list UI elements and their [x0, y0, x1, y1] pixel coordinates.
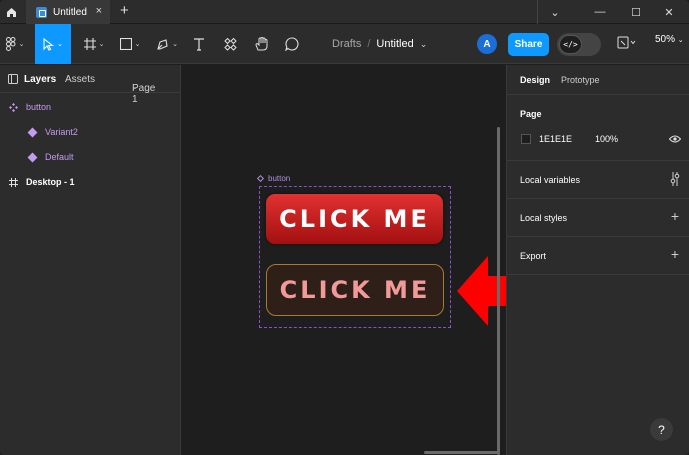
chevron-down-icon: ⌄ — [98, 41, 105, 48]
page-opacity[interactable]: 100% — [595, 134, 618, 144]
comment-icon — [285, 37, 299, 51]
page-section: Page 1E1E1E 100% — [507, 95, 689, 161]
breadcrumb-separator: / — [367, 38, 371, 50]
export-label: Export — [520, 251, 547, 261]
present-icon — [617, 36, 636, 49]
component-set-name: button — [268, 174, 291, 183]
component-icon — [27, 127, 38, 137]
breadcrumb[interactable]: Drafts / Untitled ⌄ — [332, 24, 427, 64]
layers-panel: Layers Assets Page 1 ⌄ button Variant2 D… — [0, 65, 181, 455]
dev-mode-toggle[interactable]: </> — [557, 33, 601, 56]
hand-tool-icon — [254, 37, 267, 51]
left-panel-tabs: Layers Assets Page 1 ⌄ — [0, 65, 180, 105]
button-variant2[interactable]: CLICK ME — [266, 264, 444, 316]
layer-name: Variant2 — [45, 127, 78, 137]
tab-assets[interactable]: Assets — [65, 74, 95, 85]
text-tool-icon — [194, 37, 204, 51]
component-set-icon — [256, 174, 265, 183]
zoom-level[interactable]: 50% ⌄ — [655, 34, 684, 45]
zoom-value: 50% — [655, 34, 676, 45]
add-style-icon[interactable]: + — [671, 208, 679, 224]
window-menu-button[interactable]: ⌄ — [540, 0, 570, 24]
file-tab-title: Untitled — [53, 6, 87, 18]
export-section[interactable]: Export + — [507, 237, 689, 275]
pen-tool-button[interactable]: ⌄ — [152, 24, 182, 64]
title-bar: Untitled × + ⌄ — ☐ ✕ — [0, 0, 689, 24]
horizontal-scrollbar[interactable] — [424, 451, 500, 454]
chevron-down-icon: ⌄ — [419, 38, 428, 49]
local-variables-label: Local variables — [520, 175, 581, 185]
chevron-down-icon: ⌄ — [18, 41, 25, 48]
frame-tool-icon — [83, 38, 96, 50]
sidebar-toggle-icon[interactable] — [8, 74, 18, 84]
file-tab[interactable]: Untitled × — [26, 0, 110, 24]
frame-tool-button[interactable]: ⌄ — [80, 24, 108, 64]
button-default-variant[interactable]: CLICK ME — [266, 194, 443, 244]
layer-name: Default — [45, 152, 74, 162]
breadcrumb-drafts[interactable]: Drafts — [332, 38, 361, 50]
tab-close-button[interactable]: × — [96, 5, 102, 17]
layer-row[interactable]: Variant2 — [0, 122, 181, 142]
present-button[interactable] — [617, 36, 637, 55]
local-styles-label: Local styles — [520, 213, 568, 223]
home-icon — [6, 7, 16, 17]
pen-tool-icon — [157, 38, 168, 50]
move-tool-button[interactable]: ⌄ — [35, 24, 71, 64]
figma-logo-icon — [5, 37, 16, 51]
text-tool-button[interactable] — [189, 24, 209, 64]
vertical-scrollbar[interactable] — [497, 127, 500, 455]
component-icon — [27, 152, 38, 162]
page-heading: Page — [520, 109, 542, 119]
shape-tool-button[interactable]: ⌄ — [115, 24, 145, 64]
tab-prototype[interactable]: Prototype — [561, 75, 600, 85]
titlebar-divider — [537, 0, 538, 24]
new-tab-button[interactable]: + — [120, 2, 129, 19]
chevron-down-icon: ⌄ — [134, 41, 141, 48]
hand-tool-button[interactable] — [250, 24, 272, 64]
main-menu-button[interactable]: ⌄ — [0, 24, 30, 64]
rectangle-tool-icon — [119, 38, 132, 50]
chevron-down-icon: ⌄ — [57, 41, 63, 48]
variables-settings-icon[interactable] — [670, 172, 680, 186]
layer-row[interactable]: button — [0, 97, 181, 117]
local-variables-section[interactable]: Local variables — [507, 161, 689, 199]
frame-icon — [9, 177, 18, 187]
home-button[interactable] — [0, 0, 22, 24]
avatar[interactable]: A — [477, 34, 497, 54]
chevron-down-icon: ⌄ — [132, 84, 138, 91]
figma-window: Untitled × + ⌄ — ☐ ✕ ⌄ ⌄ ⌄ ⌄ ⌄ Drafts / … — [0, 0, 689, 455]
add-export-icon[interactable]: + — [671, 246, 679, 262]
local-styles-section[interactable]: Local styles + — [507, 199, 689, 237]
tab-layers[interactable]: Layers — [24, 74, 56, 85]
minimize-button[interactable]: — — [585, 0, 615, 24]
tab-design[interactable]: Design — [520, 75, 550, 85]
chevron-down-icon: ⌄ — [172, 41, 178, 48]
resources-button[interactable] — [220, 24, 240, 64]
component-set-icon — [9, 102, 18, 112]
right-panel-tabs: Design Prototype — [507, 65, 689, 95]
comment-tool-button[interactable] — [281, 24, 303, 64]
page-color-hex[interactable]: 1E1E1E — [539, 134, 572, 144]
layer-row[interactable]: Default — [0, 147, 181, 167]
properties-panel: Design Prototype Page 1E1E1E 100% Local … — [506, 65, 689, 455]
share-button[interactable]: Share — [508, 33, 549, 56]
close-window-button[interactable]: ✕ — [654, 0, 684, 24]
code-icon: </> — [559, 35, 582, 54]
maximize-button[interactable]: ☐ — [621, 0, 651, 24]
component-set-label[interactable]: button — [256, 174, 291, 183]
eye-icon[interactable] — [669, 135, 681, 143]
resources-icon — [223, 37, 237, 51]
layer-name: Desktop - 1 — [26, 177, 75, 187]
move-tool-icon — [43, 37, 55, 51]
layer-name: button — [26, 102, 52, 112]
page-color-swatch[interactable] — [521, 134, 531, 144]
chevron-down-icon: ⌄ — [677, 37, 684, 44]
layer-row[interactable]: Desktop - 1 — [0, 172, 181, 192]
file-title[interactable]: Untitled — [376, 38, 413, 50]
help-button[interactable]: ? — [650, 418, 673, 441]
figma-file-icon — [36, 6, 47, 18]
